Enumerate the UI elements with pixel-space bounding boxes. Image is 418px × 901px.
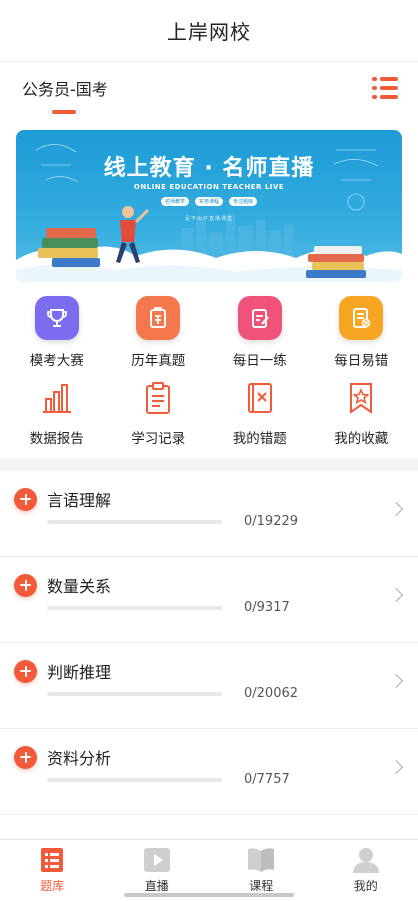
progress-bar [47,778,222,782]
exam-tab-underline [52,110,76,114]
chevron-right-icon [388,673,404,689]
bottom-tab-bar: 题库 直播 课程 我的 [0,839,418,901]
daily-practice-button[interactable]: 每日一练 [209,282,311,370]
category-item-reasoning[interactable]: 判断推理 0/20062 [0,643,418,729]
category-item-data-analysis[interactable]: 资料分析 0/7757 [0,729,418,815]
tab-label: 课程 [249,879,274,893]
past-papers-label: 历年真题 [131,353,186,369]
banner-pill: 实务课程 [194,197,223,206]
mistake-doc-icon [339,296,384,340]
expand-plus-icon[interactable] [14,745,37,769]
mock-exam-label: 模考大赛 [29,353,84,369]
tab-label: 我的 [353,879,378,893]
bookmark-star-icon [341,378,381,418]
expand-plus-icon[interactable] [14,487,37,511]
daily-practice-label: 每日一练 [232,353,287,369]
category-item-quantitative[interactable]: 数量关系 0/9317 [0,557,418,643]
category-name: 言语理解 [47,491,112,510]
category-name: 判断推理 [47,663,112,682]
my-favorites-button[interactable]: 我的收藏 [311,370,413,458]
banner-footer: 足不出户直播课堂 [184,216,233,222]
category-item-verbal[interactable]: 言语理解 0/19229 [0,471,418,557]
tab-courses[interactable]: 课程 [209,840,314,901]
banner-pills: 名师教学 实务课程 专注题库 [16,197,402,206]
user-icon [352,848,379,873]
question-count: 0/7757 [244,772,290,787]
progress-bar [47,520,222,524]
banner-title: 线上教育 · 名师直播 [103,156,315,181]
banner-pill: 专注题库 [229,197,258,206]
my-mistakes-button[interactable]: 我的错题 [209,370,311,458]
exam-tab-label: 公务员-国考 [22,80,108,99]
clipboard-icon [138,378,178,418]
bar-chart-icon [37,378,77,418]
quick-actions: 模考大赛 历年真题 每日一练 每日易错 [0,282,418,370]
home-indicator [124,893,294,897]
data-report-label: 数据报告 [29,431,84,447]
tab-label: 题库 [40,879,65,893]
trophy-icon [34,296,79,340]
tab-live[interactable]: 直播 [105,840,210,901]
progress-bar [47,606,222,610]
question-bank-icon [41,848,64,872]
study-record-button[interactable]: 学习记录 [108,370,210,458]
category-name: 资料分析 [47,749,112,768]
course-book-icon [248,848,275,872]
my-mistakes-label: 我的错题 [232,431,287,447]
daily-mistakes-button[interactable]: 每日易错 [311,282,413,370]
data-report-button[interactable]: 数据报告 [6,370,108,458]
tab-profile[interactable]: 我的 [314,840,418,901]
daily-practice-icon [237,296,282,340]
daily-mistakes-label: 每日易错 [334,353,389,369]
expand-plus-icon[interactable] [14,659,37,683]
tab-label: 直播 [144,879,169,893]
question-count: 0/9317 [244,600,290,615]
chevron-right-icon [388,501,404,517]
question-count: 0/20062 [244,686,299,701]
category-name: 数量关系 [47,577,112,596]
exam-paper-icon [136,296,181,340]
exam-selector-bar: 公务员-国考 [0,62,418,114]
progress-bar [47,692,222,696]
study-tools: 数据报告 学习记录 我的错题 我的收藏 [0,370,418,458]
section-divider [0,458,418,471]
banner-pill: 名师教学 [160,197,189,206]
chevron-right-icon [388,759,404,775]
promo-banner[interactable]: 线上教育 · 名师直播 ONLINE EDUCATION TEACHER LIV… [16,130,402,282]
study-record-label: 学习记录 [131,431,186,447]
category-list-icon[interactable] [372,77,398,99]
banner-subtitle: ONLINE EDUCATION TEACHER LIVE [133,183,285,191]
expand-plus-icon[interactable] [14,573,37,597]
exam-tab-selected[interactable]: 公务员-国考 [22,62,108,114]
wrong-book-icon [240,378,280,418]
past-papers-button[interactable]: 历年真题 [108,282,210,370]
page-title: 上岸网校 [167,20,251,44]
chevron-right-icon [388,587,404,603]
tab-question-bank[interactable]: 题库 [0,840,105,901]
category-list: 言语理解 0/19229 数量关系 0/9317 判断推理 0/20062 资料… [0,471,418,815]
question-count: 0/19229 [244,514,299,529]
mock-exam-button[interactable]: 模考大赛 [6,282,108,370]
app-header: 上岸网校 [0,0,418,62]
my-favorites-label: 我的收藏 [334,431,389,447]
live-play-icon [143,848,170,872]
